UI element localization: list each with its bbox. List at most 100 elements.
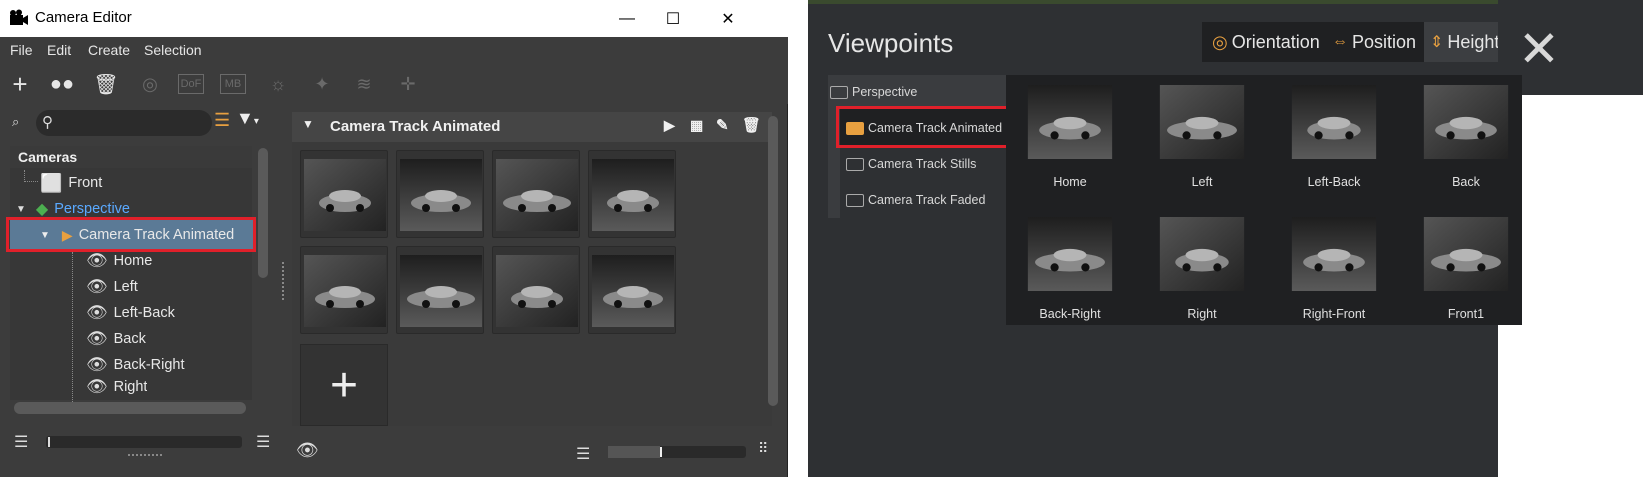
viewpoint-label: Back-Right	[1039, 307, 1101, 321]
search-input[interactable]: ⚲	[36, 110, 212, 136]
target-icon[interactable]: ✛	[394, 70, 422, 98]
tree-vertical-scrollbar[interactable]	[258, 148, 268, 278]
camera-thumbnail[interactable]	[588, 246, 676, 334]
tree-item-right[interactable]: 👁 Right	[86, 376, 147, 398]
camera-thumbnail[interactable]	[300, 246, 388, 334]
add-view-icon[interactable]: 👁	[296, 440, 319, 461]
dof-button[interactable]: DoF	[178, 74, 204, 94]
car-render	[1423, 85, 1509, 159]
height-arrows-icon: ⇕	[1430, 34, 1444, 51]
car-render	[496, 255, 578, 327]
thumbnail-image	[496, 159, 578, 231]
slider-handle[interactable]	[48, 437, 50, 447]
collapse-arrow-icon[interactable]: ▼	[302, 117, 314, 131]
camera-thumbnail[interactable]	[492, 246, 580, 334]
motion-blur-button[interactable]: MB	[220, 74, 246, 94]
list-mode-icon[interactable]: ☰	[576, 444, 590, 464]
tree-item-home[interactable]: 👁 Home	[86, 248, 152, 274]
window-title: Camera Editor	[35, 9, 132, 26]
menu-create[interactable]: Create	[88, 42, 130, 58]
play-icon[interactable]: ▶	[664, 117, 675, 134]
camera-thumbnail[interactable]	[396, 246, 484, 334]
slider-handle[interactable]	[660, 447, 662, 457]
viewpoint-thumbnail[interactable]	[1022, 85, 1118, 159]
camera-thumbnail[interactable]	[300, 150, 388, 238]
camera-thumbnail[interactable]	[588, 150, 676, 238]
eye-icon: 👁	[86, 277, 108, 296]
expand-arrow-icon[interactable]: ▼	[40, 230, 50, 241]
viewpoint-thumbnail[interactable]	[1286, 85, 1382, 159]
menu-selection[interactable]: Selection	[144, 42, 202, 58]
camera-thumbnail[interactable]	[396, 150, 484, 238]
tree-zoom-slider[interactable]	[46, 436, 242, 448]
expand-arrow-icon[interactable]: ▼	[16, 204, 26, 215]
folder-camera-track-animated[interactable]: Camera Track Animated	[846, 118, 1002, 138]
search-filter-icon[interactable]: ⌕	[12, 114, 32, 132]
filter-icon[interactable]: ▼▾	[236, 108, 268, 132]
add-viewpoint-button[interactable]: +	[300, 344, 388, 426]
viewpoint-thumbnail[interactable]	[1154, 217, 1250, 291]
thumbnail-image	[592, 159, 674, 231]
fog-icon[interactable]: ≋	[350, 70, 378, 98]
background-white	[1546, 95, 1643, 477]
trash-icon[interactable]: 🗑	[92, 70, 120, 98]
car-render	[1027, 85, 1113, 159]
resize-grip[interactable]	[128, 454, 162, 456]
viewpoint-thumbnail[interactable]	[1418, 85, 1514, 159]
viewpoint-label: Left	[1191, 175, 1213, 189]
viewpoint-thumbnail[interactable]	[1286, 217, 1382, 291]
thumbnail-scrollbar[interactable]	[768, 116, 778, 406]
tree-item-camera-track-animated[interactable]: ▼ ▶ Camera Track Animated	[40, 222, 234, 248]
car-render	[304, 255, 386, 327]
tree-item-front[interactable]: ⬜ Front	[40, 170, 102, 196]
tree-item-back-right[interactable]: 👁 Back-Right	[86, 352, 185, 378]
tree-item-left[interactable]: 👁 Left	[86, 274, 138, 300]
tree-item-back[interactable]: 👁 Back	[86, 326, 146, 352]
viewpoint-thumbnail[interactable]	[1418, 217, 1514, 291]
folder-camera-track-stills[interactable]: Camera Track Stills	[846, 154, 976, 174]
tree-horizontal-scrollbar[interactable]	[14, 402, 246, 414]
viewpoint-thumbnail[interactable]	[1022, 217, 1118, 291]
viewpoint-tabs: ◎ Orientation ⇔ Position ⇕ Height	[1202, 22, 1522, 62]
list-view-icon[interactable]: ☰	[14, 432, 28, 452]
thumbnail-image	[304, 255, 386, 327]
menu-bar: File Edit Create Selection	[0, 37, 788, 64]
camera-app-icon	[10, 9, 28, 25]
sparkle-icon[interactable]: ✦	[308, 70, 336, 98]
close-icon[interactable]: ✕	[1518, 20, 1560, 78]
menu-edit[interactable]: Edit	[47, 42, 71, 58]
minimize-button[interactable]: —	[604, 0, 650, 37]
tab-orientation[interactable]: ◎ Orientation	[1212, 22, 1320, 62]
maximize-button[interactable]: ☐	[650, 0, 696, 37]
folder-perspective[interactable]: Perspective	[830, 82, 917, 102]
outline-view-icon[interactable]: ☰	[256, 432, 270, 452]
slider-fill	[608, 446, 660, 458]
sun-icon[interactable]: ☼	[264, 70, 292, 98]
car-render	[496, 159, 578, 231]
title-bar: Camera Editor — ☐ ✕	[0, 0, 788, 37]
viewpoint-thumbnail[interactable]	[1154, 85, 1250, 159]
thumbnail-size-slider[interactable]	[608, 446, 746, 458]
delete-icon[interactable]: 🗑	[742, 116, 761, 134]
thumbnail-image	[400, 159, 482, 231]
hierarchy-icon[interactable]: ☰	[214, 110, 232, 132]
camera-thumbnail[interactable]	[492, 150, 580, 238]
car-render	[1159, 85, 1245, 159]
folder-icon	[846, 157, 864, 171]
menu-file[interactable]: File	[10, 42, 33, 58]
thumbnail-image	[496, 255, 578, 327]
splitter-handle[interactable]	[282, 262, 286, 300]
folder-camera-track-faded[interactable]: Camera Track Faded	[846, 190, 985, 210]
car-render	[1027, 217, 1113, 291]
clapper-icon[interactable]: ▦	[690, 117, 703, 134]
pencil-icon[interactable]: ✎	[716, 116, 729, 134]
add-camera-button[interactable]: +	[6, 69, 34, 99]
close-window-button[interactable]: ✕	[705, 0, 751, 37]
tree-item-left-back[interactable]: 👁 Left-Back	[86, 300, 175, 326]
binoculars-icon[interactable]: ●●	[48, 70, 76, 98]
view-icon[interactable]: ◎	[136, 70, 164, 98]
grid-mode-icon[interactable]: ⠿	[758, 440, 768, 457]
tab-position[interactable]: ⇔ Position	[1332, 22, 1416, 62]
folder-icon	[830, 85, 848, 99]
camera-editor-window: Camera Editor — ☐ ✕ File Edit Create Sel…	[0, 0, 788, 477]
